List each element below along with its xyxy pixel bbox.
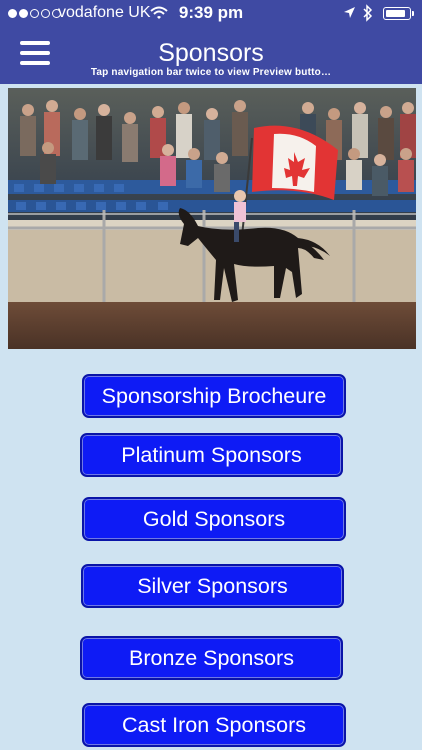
battery-level [386, 10, 405, 17]
rodeo-flag-rider-photo [8, 88, 416, 349]
battery-icon [383, 7, 411, 20]
platinum-sponsors-button[interactable]: Platinum Sponsors [80, 433, 343, 477]
hero-image [8, 88, 416, 349]
bluetooth-icon [363, 4, 373, 22]
location-icon [344, 7, 355, 18]
navigation-bar[interactable]: Sponsors Tap navigation bar twice to vie… [0, 28, 422, 84]
status-time: 9:39 pm [178, 3, 244, 22]
gold-sponsors-button[interactable]: Gold Sponsors [82, 497, 346, 541]
page-title: Sponsors [158, 39, 264, 67]
nav-subtitle: Tap navigation bar twice to view Preview… [90, 67, 332, 78]
status-bar: vodafone UK 9:39 pm [0, 0, 422, 28]
silver-sponsors-button[interactable]: Silver Sponsors [81, 564, 344, 608]
bronze-sponsors-button[interactable]: Bronze Sponsors [80, 636, 343, 680]
sponsorship-brochure-button[interactable]: Sponsorship Brocheure [82, 374, 346, 418]
cast-iron-sponsors-button[interactable]: Cast Iron Sponsors [82, 703, 346, 747]
battery-cap [412, 11, 414, 16]
